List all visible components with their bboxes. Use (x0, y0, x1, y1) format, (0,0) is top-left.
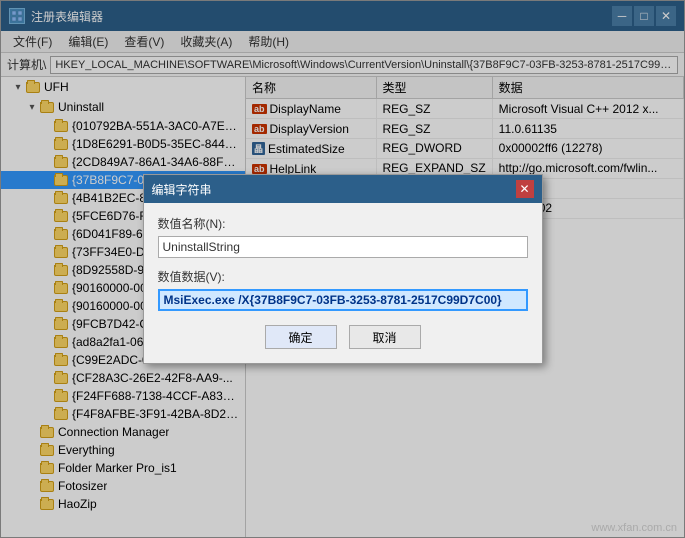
name-input[interactable] (158, 236, 528, 258)
dialog-title: 编辑字符串 (152, 181, 212, 198)
data-input[interactable] (158, 289, 528, 311)
data-field-label: 数值数据(V): (158, 268, 528, 285)
name-field-label: 数值名称(N): (158, 215, 528, 232)
edit-string-dialog: 编辑字符串 ✕ 数值名称(N): 数值数据(V): 确定 取消 (143, 174, 543, 364)
dialog-buttons: 确定 取消 (158, 321, 528, 351)
dialog-title-bar: 编辑字符串 ✕ (144, 175, 542, 203)
dialog-body: 数值名称(N): 数值数据(V): 确定 取消 (144, 203, 542, 363)
ok-button[interactable]: 确定 (265, 325, 337, 349)
watermark: www.xfan.com.cn (591, 522, 677, 534)
dialog-overlay: 编辑字符串 ✕ 数值名称(N): 数值数据(V): 确定 取消 (0, 0, 685, 538)
cancel-button[interactable]: 取消 (349, 325, 421, 349)
dialog-close-button[interactable]: ✕ (516, 180, 534, 198)
